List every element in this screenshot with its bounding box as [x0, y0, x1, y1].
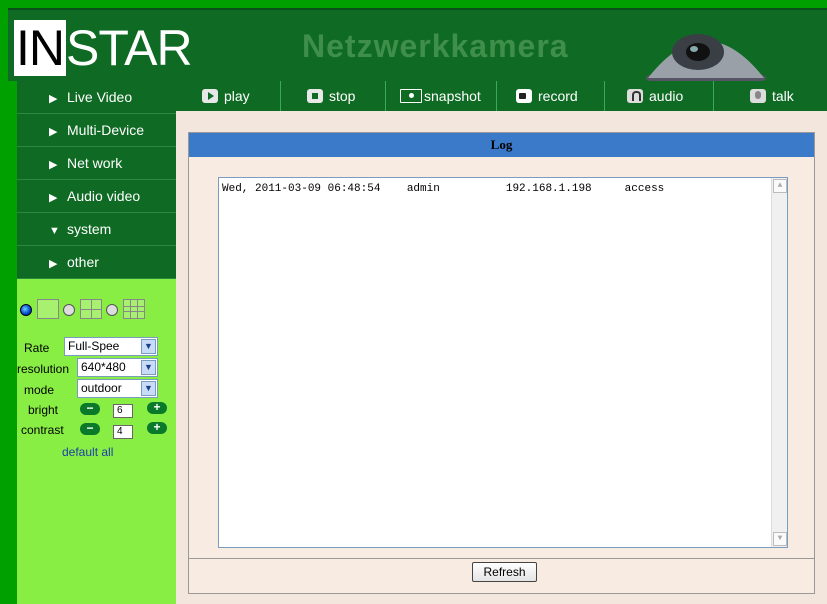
contrast-decrease-button[interactable]: − — [80, 422, 100, 435]
play-icon — [202, 89, 218, 103]
nav-item-multi-device[interactable]: ▶ Multi-Device — [17, 114, 176, 147]
contrast-label: contrast — [21, 423, 64, 437]
layout-1-radio[interactable] — [20, 304, 32, 316]
triangle-right-icon: ▶ — [49, 126, 58, 138]
resolution-select-value: 640*480 — [81, 360, 126, 374]
headphones-icon — [627, 89, 643, 103]
toolbar: play stop snapshot record audio talk — [176, 81, 827, 111]
snapshot-label: snapshot — [424, 88, 481, 104]
chevron-down-icon: ▼ — [141, 339, 156, 354]
logo-text-star: STAR — [66, 20, 193, 76]
logo-text-in: IN — [14, 20, 66, 76]
divider — [189, 558, 814, 559]
mode-select[interactable]: outdoor ▼ — [77, 379, 158, 398]
stop-icon — [307, 89, 323, 103]
triangle-right-icon: ▶ — [49, 159, 58, 171]
triangle-right-icon: ▶ — [49, 93, 58, 105]
record-label: record — [538, 88, 578, 104]
video-camera-icon — [516, 89, 532, 103]
camera-icon — [400, 89, 422, 103]
play-label: play — [224, 88, 250, 104]
audio-label: audio — [649, 88, 684, 104]
mode-label: mode — [24, 383, 55, 397]
log-panel: Log Wed, 2011-03-09 06:48:54 admin 192.1… — [188, 132, 815, 594]
instar-logo: INSTAR — [14, 18, 224, 78]
bright-increase-button[interactable]: + — [147, 401, 167, 414]
layout-4-radio[interactable] — [63, 304, 75, 316]
contrast-value[interactable]: 4 — [113, 425, 133, 439]
nav-item-label: Net work — [67, 155, 123, 171]
resolution-label: resolution — [17, 362, 70, 376]
nine-view-icon[interactable] — [123, 299, 145, 319]
log-textarea[interactable]: Wed, 2011-03-09 06:48:54 admin 192.168.1… — [218, 177, 788, 548]
quad-view-icon[interactable] — [80, 299, 102, 319]
record-button[interactable]: record — [516, 81, 578, 111]
triangle-right-icon: ▶ — [49, 258, 58, 270]
toolbar-divider — [604, 81, 605, 111]
nav-item-label: system — [67, 221, 112, 237]
refresh-button[interactable]: Refresh — [472, 562, 537, 582]
log-entry: Wed, 2011-03-09 06:48:54 admin 192.168.1… — [222, 183, 665, 195]
rate-select-value: Full-Spee — [68, 339, 120, 353]
nav-item-network[interactable]: ▶ Net work — [17, 147, 176, 180]
layout-9-radio[interactable] — [106, 304, 118, 316]
play-button[interactable]: play — [202, 81, 250, 111]
log-scrollbar[interactable]: ▲ ▼ — [771, 178, 787, 547]
stop-label: stop — [329, 88, 356, 104]
nav-item-live-video[interactable]: ▶ Live Video — [17, 81, 176, 114]
header-banner: INSTAR Netzwerkkamera — [8, 8, 827, 84]
toolbar-divider — [496, 81, 497, 111]
nav-item-audio-video[interactable]: ▶ Audio video — [17, 180, 176, 213]
dome-camera-image — [646, 34, 766, 84]
brand-title: Netzwerkkamera — [302, 28, 569, 64]
view-layout-selector — [17, 298, 176, 324]
snapshot-button[interactable]: snapshot — [400, 81, 481, 111]
single-view-icon[interactable] — [37, 299, 59, 319]
nav-item-label: Audio video — [67, 188, 141, 204]
log-title: Log — [189, 133, 814, 157]
resolution-select[interactable]: 640*480 ▼ — [77, 358, 158, 377]
scroll-up-icon[interactable]: ▲ — [773, 179, 787, 193]
triangle-right-icon: ▶ — [49, 192, 58, 204]
nav-item-label: Multi-Device — [67, 122, 145, 138]
talk-label: talk — [772, 88, 794, 104]
talk-button[interactable]: talk — [750, 81, 794, 111]
left-sidebar: ▶ Live Video ▶ Multi-Device ▶ Net work ▶ Aud… — [17, 81, 176, 604]
toolbar-divider — [385, 81, 386, 111]
chevron-down-icon: ▼ — [141, 360, 156, 375]
contrast-increase-button[interactable]: + — [147, 421, 167, 434]
audio-button[interactable]: audio — [627, 81, 683, 111]
chevron-down-icon: ▼ — [141, 381, 156, 396]
nav-item-other[interactable]: ▶ other — [17, 246, 176, 279]
nav-item-system[interactable]: ▼ system — [17, 213, 176, 246]
scroll-down-icon[interactable]: ▼ — [773, 532, 787, 546]
main-content: Log Wed, 2011-03-09 06:48:54 admin 192.1… — [176, 111, 827, 604]
bright-label: bright — [28, 403, 59, 417]
rate-label: Rate — [24, 341, 50, 355]
microphone-icon — [750, 89, 766, 103]
toolbar-divider — [713, 81, 714, 111]
toolbar-divider — [280, 81, 281, 111]
bright-decrease-button[interactable]: − — [80, 402, 100, 415]
bright-value[interactable]: 6 — [113, 404, 133, 418]
default-all-link[interactable]: default all — [62, 445, 113, 459]
mode-select-value: outdoor — [81, 381, 122, 395]
triangle-down-icon: ▼ — [49, 225, 60, 237]
nav-item-label: other — [67, 254, 99, 270]
nav-item-label: Live Video — [67, 89, 133, 105]
stop-button[interactable]: stop — [307, 81, 355, 111]
rate-select[interactable]: Full-Spee ▼ — [64, 337, 158, 356]
